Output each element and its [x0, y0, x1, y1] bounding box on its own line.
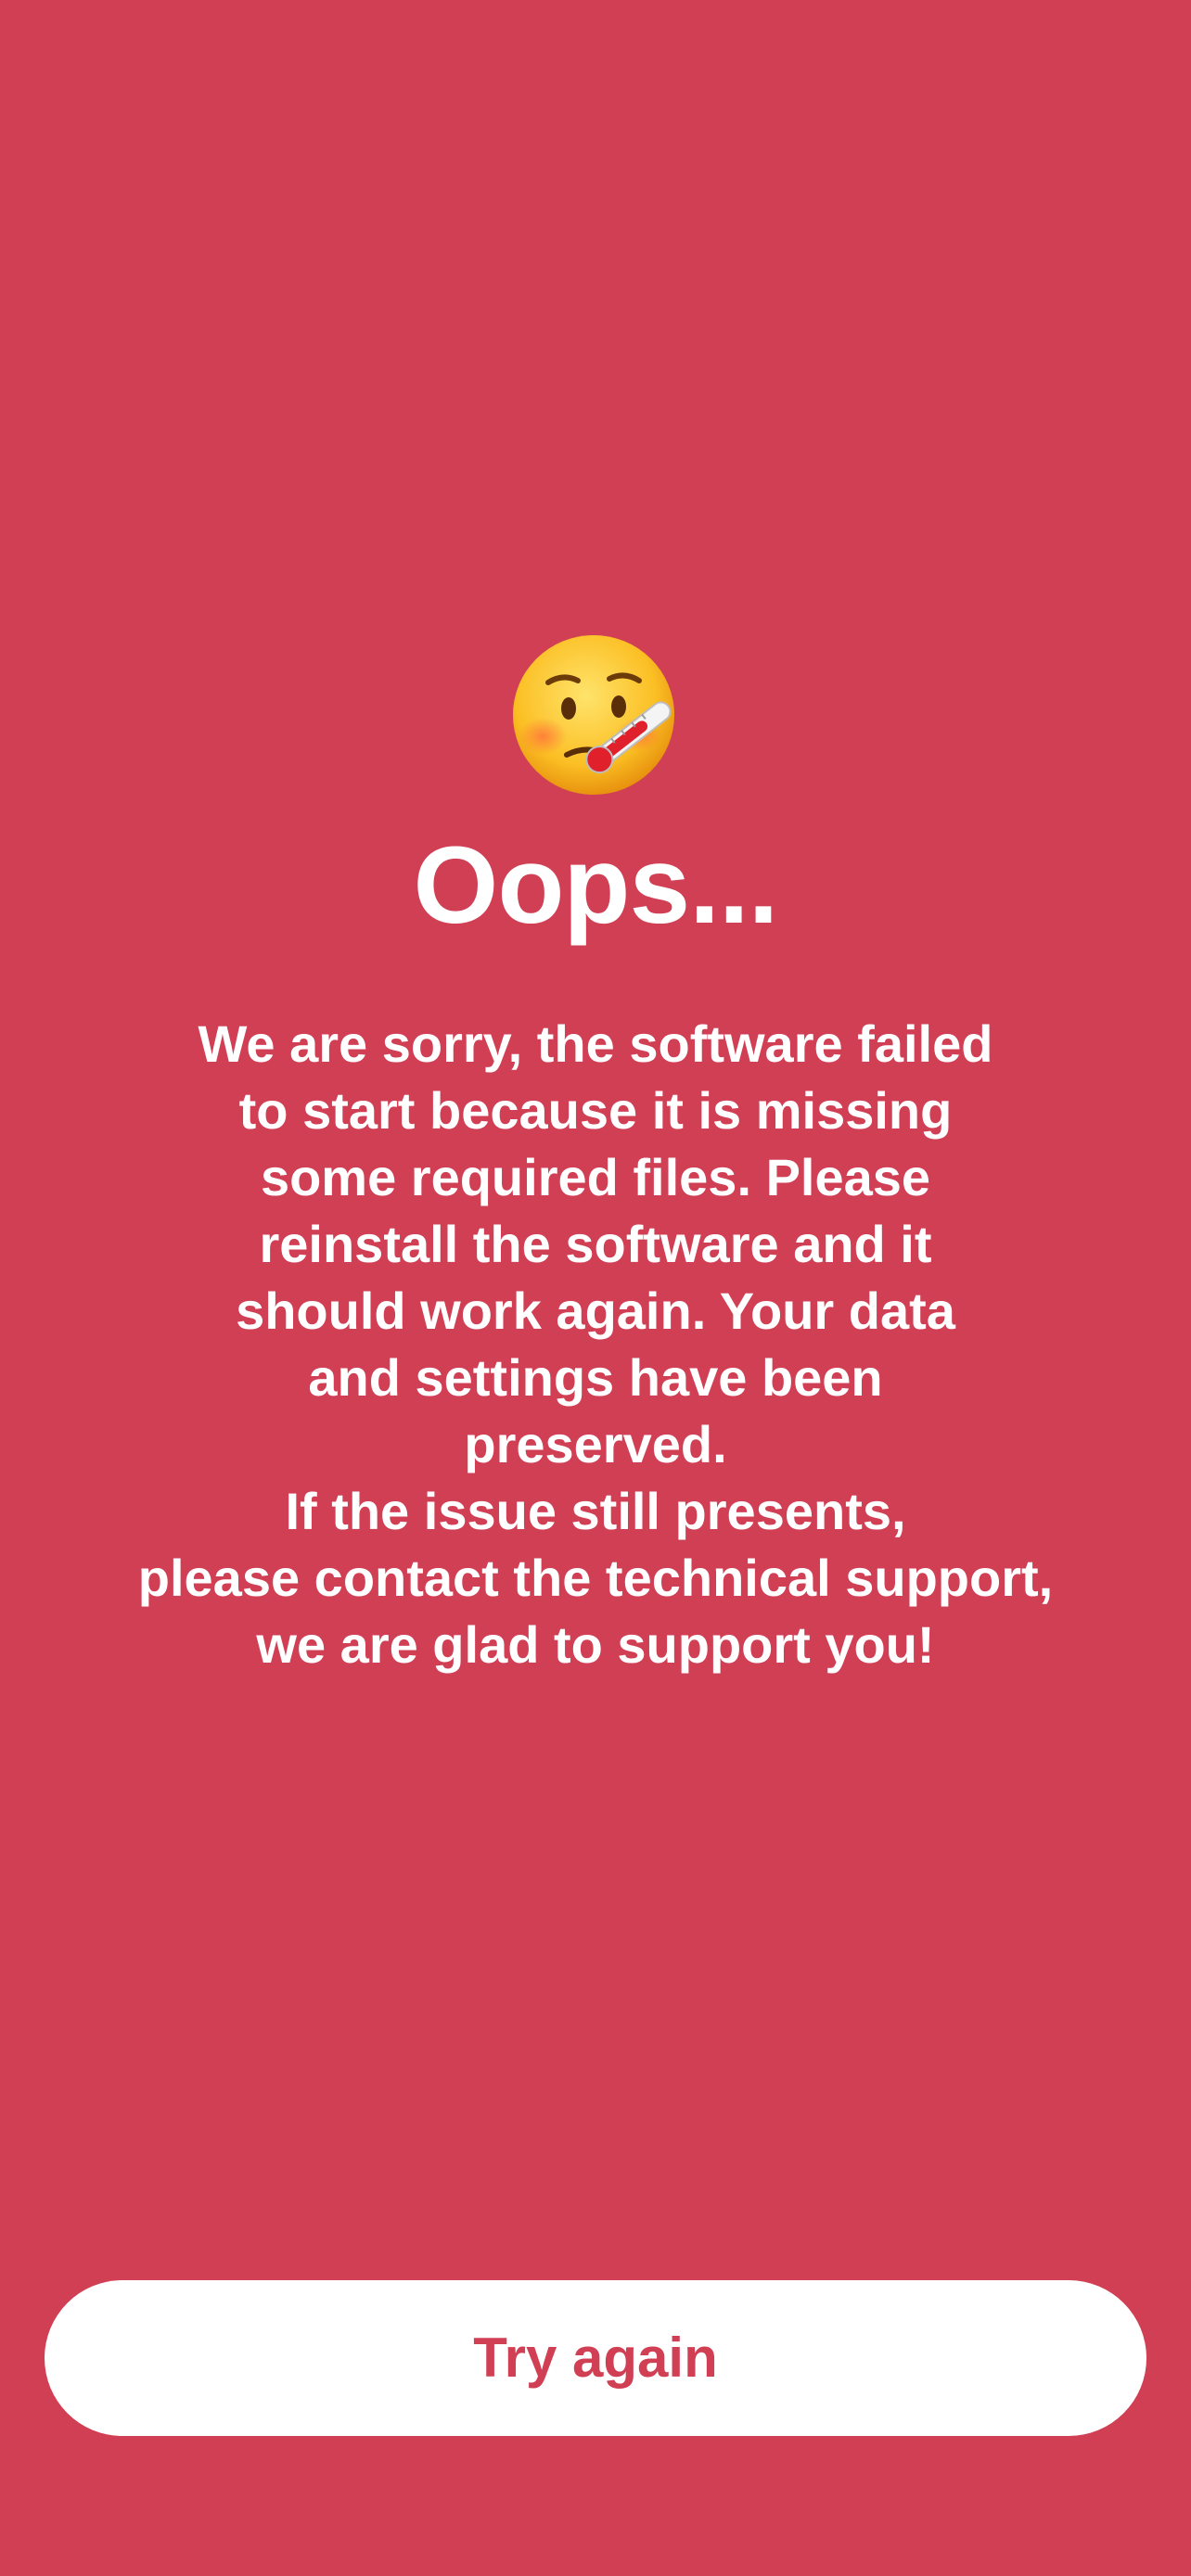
face-with-thermometer-icon: [513, 635, 674, 795]
error-message-line: and settings have been: [308, 1348, 883, 1407]
error-message: We are sorry, the software failed to sta…: [85, 1011, 1106, 1678]
error-message-line: we are glad to support you!: [256, 1615, 935, 1674]
error-message-line: should work again. Your data: [236, 1282, 955, 1340]
error-screen: Oops... We are sorry, the software faile…: [0, 0, 1191, 2576]
error-message-line: preserved.: [464, 1415, 727, 1473]
error-message-line: to start because it is missing: [238, 1081, 953, 1140]
error-title: Oops...: [413, 824, 779, 947]
try-again-button[interactable]: Try again: [45, 2280, 1146, 2436]
error-message-line: We are sorry, the software failed: [198, 1014, 993, 1073]
error-message-line: please contact the technical support,: [137, 1549, 1054, 1607]
try-again-button-label: Try again: [473, 2327, 718, 2389]
error-message-line: some required files. Please: [260, 1148, 931, 1206]
error-message-line: reinstall the software and it: [259, 1215, 932, 1273]
error-message-line: If the issue still presents,: [285, 1482, 906, 1540]
